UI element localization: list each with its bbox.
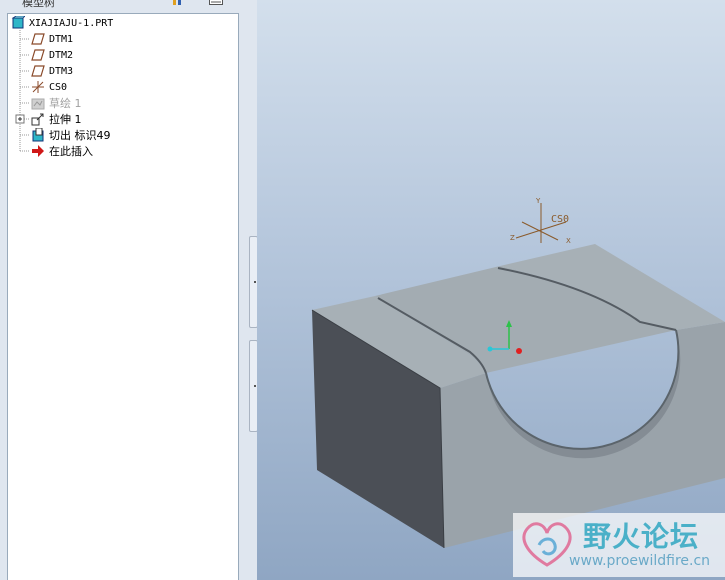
tree-item-sketch[interactable]: 草绘 1 (31, 95, 82, 111)
extrude-icon (31, 113, 44, 126)
show-icon[interactable] (209, 0, 223, 6)
tree-item-label: DTM3 (49, 65, 74, 77)
model-tree-header: 模型树 (0, 0, 247, 12)
model-tree: XIAJIAJU-1.PRT DTM1 DTM2 DTM3 CS0 草绘 1 拉… (7, 13, 239, 580)
model-tree-title: 模型树 (22, 0, 55, 9)
settings-icon[interactable] (172, 0, 186, 6)
csys-label: CS0 (551, 214, 569, 225)
datum-plane-icon (31, 49, 45, 61)
sketch-icon (31, 98, 45, 110)
tree-item-part[interactable]: XIAJIAJU-1.PRT (11, 15, 113, 31)
csys-axis-y-label: Y (535, 197, 541, 205)
tree-item-label: DTM1 (49, 33, 74, 45)
csys-axis-z-label: Z (510, 234, 515, 242)
watermark-url: www.proewildfire.cn (569, 553, 711, 569)
datum-plane-icon (31, 65, 45, 77)
forum-watermark: 野火论坛 www.proewildfire.cn (513, 513, 725, 577)
tree-item-label: DTM2 (49, 49, 74, 61)
insert-here-arrow-icon (32, 145, 44, 157)
triad-x-end (516, 348, 522, 354)
tree-item-dtm1[interactable]: DTM1 (31, 31, 73, 47)
tree-item-dtm3[interactable]: DTM3 (31, 63, 73, 79)
tree-item-label: 草绘 1 (49, 97, 82, 110)
tree-item-dtm2[interactable]: DTM2 (31, 47, 73, 63)
datum-plane-icon (31, 33, 45, 45)
grip-dot (254, 385, 256, 387)
triad-z-end (487, 346, 493, 352)
tree-item-cs0[interactable]: CS0 (31, 79, 67, 95)
tree-item-insert-here[interactable]: 在此插入 (31, 143, 93, 159)
tree-item-label: 切出 标识49 (49, 129, 111, 142)
panel-splitter[interactable] (247, 0, 258, 580)
cut-icon (32, 128, 44, 142)
graphics-viewport[interactable]: Y Z X CS0 (257, 0, 725, 580)
grip-dot (254, 281, 256, 283)
coordinate-system-icon (32, 81, 44, 93)
forum-logo-icon (522, 522, 572, 567)
tree-item-label: 拉伸 1 (49, 113, 82, 126)
part-icon (11, 16, 25, 29)
csys-axis-x-label: X (566, 237, 571, 245)
tree-item-extrude[interactable]: 拉伸 1 (31, 111, 82, 127)
tree-item-label: XIAJIAJU-1.PRT (29, 17, 114, 29)
tree-item-cut[interactable]: 切出 标识49 (31, 127, 111, 143)
tree-item-label: 在此插入 (49, 145, 93, 158)
model-tree-panel: 模型树 XIAJIAJU-1.PRT DTM1 DTM2 DTM3 CS0 草绘… (0, 0, 247, 580)
watermark-title: 野火论坛 (583, 520, 700, 553)
tree-item-label: CS0 (49, 81, 68, 93)
model-view: Y Z X CS0 (311, 197, 725, 549)
